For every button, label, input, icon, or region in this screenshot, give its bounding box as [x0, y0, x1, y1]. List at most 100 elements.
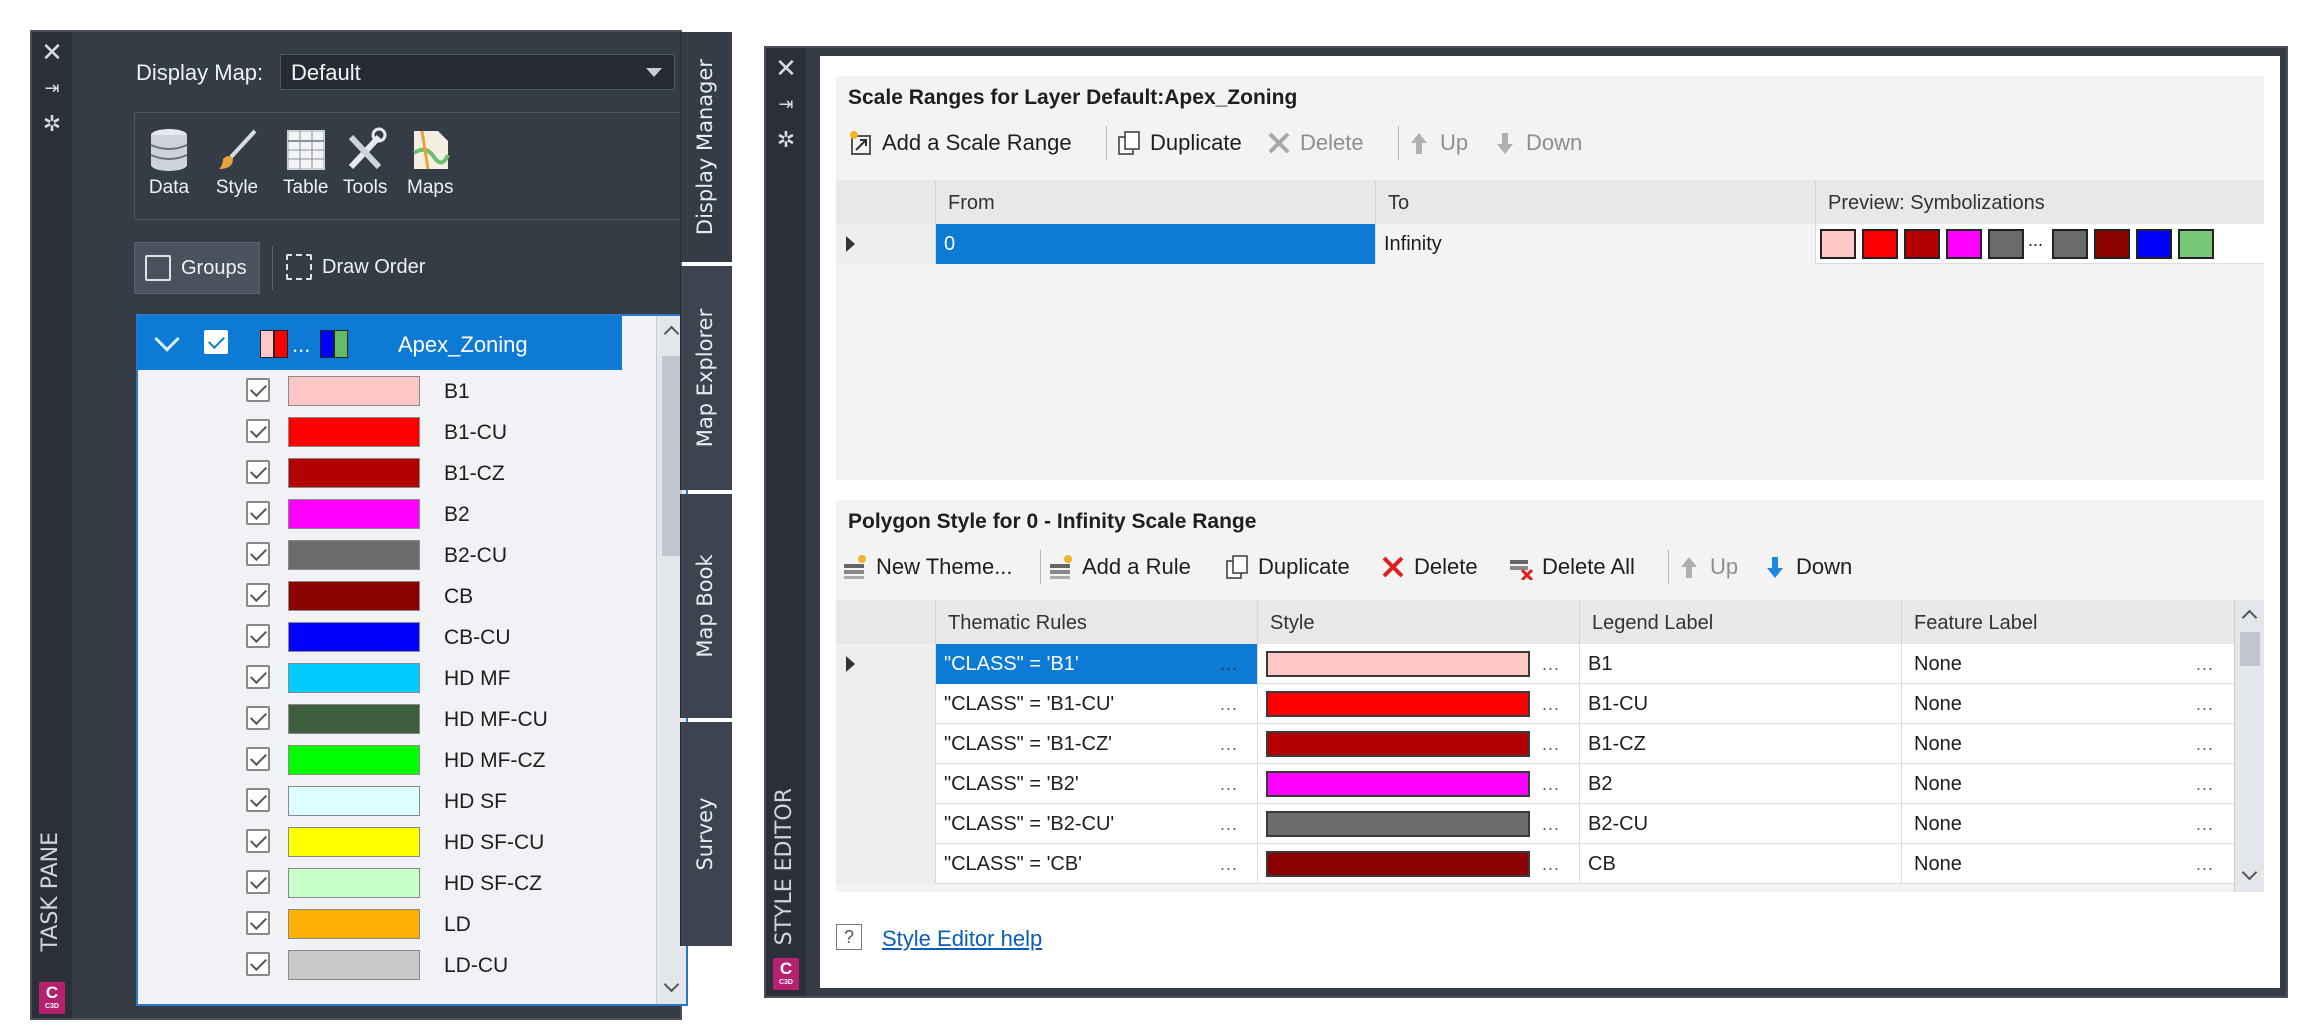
- row-selector[interactable]: [836, 724, 936, 764]
- scroll-down-icon[interactable]: [663, 976, 680, 993]
- style-cell[interactable]: [1258, 644, 1580, 684]
- display-map-select[interactable]: Default: [280, 54, 675, 90]
- layer-rule-row[interactable]: HD MF-CU: [138, 698, 622, 739]
- chevron-down-icon[interactable]: [154, 326, 180, 352]
- layer-visibility-checkbox[interactable]: [204, 330, 228, 354]
- row-selector[interactable]: [836, 224, 936, 264]
- edit-feature-label-button[interactable]: ...: [2196, 814, 2214, 835]
- legend-label-cell[interactable]: B1-CZ: [1580, 724, 1902, 764]
- to-cell[interactable]: Infinity: [1376, 224, 1816, 264]
- edit-feature-label-button[interactable]: ...: [2196, 654, 2214, 675]
- scroll-up-icon[interactable]: [663, 325, 680, 342]
- rule-expression-cell[interactable]: "CLASS" = 'B2': [936, 764, 1258, 804]
- edit-style-button[interactable]: ...: [1542, 734, 1560, 755]
- column-header-thematic-rules[interactable]: Thematic Rules: [936, 600, 1258, 644]
- rule-visibility-checkbox[interactable]: [246, 419, 270, 443]
- feature-label-cell[interactable]: None: [1902, 724, 2234, 764]
- properties-icon[interactable]: ✲: [32, 112, 72, 137]
- tab-survey[interactable]: Survey: [680, 722, 732, 946]
- style-cell[interactable]: [1258, 804, 1580, 844]
- edit-expression-button[interactable]: ...: [1220, 854, 1238, 875]
- legend-label-cell[interactable]: B2: [1580, 764, 1902, 804]
- style-cell[interactable]: [1258, 724, 1580, 764]
- layer-rule-row[interactable]: B2: [138, 493, 622, 534]
- scrollbar-thumb[interactable]: [2240, 632, 2260, 666]
- layer-rule-row[interactable]: CB: [138, 575, 622, 616]
- from-cell[interactable]: 0: [936, 224, 1376, 264]
- style-cell[interactable]: [1258, 764, 1580, 804]
- rules-grid-scrollbar[interactable]: [2234, 600, 2264, 892]
- thematic-rule-row[interactable]: "CLASS" = 'B1-CU'...... B1-CU None...: [836, 684, 2234, 724]
- edit-expression-button[interactable]: ...: [1220, 694, 1238, 715]
- thematic-rule-row[interactable]: "CLASS" = 'B2-CU'...... B2-CU None...: [836, 804, 2234, 844]
- row-selector[interactable]: [836, 684, 936, 724]
- style-button[interactable]: Style: [215, 127, 259, 199]
- column-header-feature-label[interactable]: Feature Label: [1902, 600, 2234, 644]
- rule-visibility-checkbox[interactable]: [246, 501, 270, 525]
- column-header-legend-label[interactable]: Legend Label: [1580, 600, 1902, 644]
- scrollbar-thumb[interactable]: [662, 356, 682, 556]
- feature-label-cell[interactable]: None: [1902, 764, 2234, 804]
- rule-visibility-checkbox[interactable]: [246, 870, 270, 894]
- rule-visibility-checkbox[interactable]: [246, 583, 270, 607]
- style-cell[interactable]: [1258, 844, 1580, 884]
- tab-display-manager[interactable]: Display Manager: [680, 32, 732, 262]
- layer-rule-row[interactable]: HD MF: [138, 657, 622, 698]
- auto-hide-icon[interactable]: ⇥: [766, 94, 806, 115]
- layer-rule-row[interactable]: LD-CU: [138, 944, 622, 985]
- rule-visibility-checkbox[interactable]: [246, 911, 270, 935]
- edit-expression-button[interactable]: ...: [1220, 734, 1238, 755]
- style-editor-help-link[interactable]: Style Editor help: [882, 926, 1042, 952]
- close-icon[interactable]: ✕: [766, 54, 806, 84]
- rule-visibility-checkbox[interactable]: [246, 829, 270, 853]
- edit-feature-label-button[interactable]: ...: [2196, 854, 2214, 875]
- edit-feature-label-button[interactable]: ...: [2196, 734, 2214, 755]
- rule-visibility-checkbox[interactable]: [246, 788, 270, 812]
- table-button[interactable]: Table: [283, 127, 328, 199]
- legend-label-cell[interactable]: CB: [1580, 844, 1902, 884]
- edit-feature-label-button[interactable]: ...: [2196, 694, 2214, 715]
- edit-style-button[interactable]: ...: [1542, 814, 1560, 835]
- layer-rule-row[interactable]: B1-CU: [138, 411, 622, 452]
- layer-rule-row[interactable]: HD MF-CZ: [138, 739, 622, 780]
- layer-rule-row[interactable]: HD SF-CU: [138, 821, 622, 862]
- legend-label-cell[interactable]: B1-CU: [1580, 684, 1902, 724]
- rule-expression-cell[interactable]: "CLASS" = 'B2-CU': [936, 804, 1258, 844]
- edit-style-button[interactable]: ...: [1542, 854, 1560, 875]
- edit-style-button[interactable]: ...: [1542, 694, 1560, 715]
- layer-rule-row[interactable]: B2-CU: [138, 534, 622, 575]
- rule-visibility-checkbox[interactable]: [246, 542, 270, 566]
- tab-map-book[interactable]: Map Book: [680, 494, 732, 718]
- layer-rule-row[interactable]: CB-CU: [138, 616, 622, 657]
- rule-expression-cell[interactable]: "CLASS" = 'B1-CZ': [936, 724, 1258, 764]
- preview-cell[interactable]: ...: [1816, 224, 2264, 264]
- rule-expression-cell[interactable]: "CLASS" = 'B1-CU': [936, 684, 1258, 724]
- row-selector[interactable]: [836, 644, 936, 684]
- column-header-preview[interactable]: Preview: Symbolizations: [1816, 180, 2264, 224]
- row-selector[interactable]: [836, 764, 936, 804]
- groups-button[interactable]: Groups: [134, 242, 260, 294]
- rule-visibility-checkbox[interactable]: [246, 378, 270, 402]
- scale-range-row[interactable]: 0 Infinity ...: [836, 224, 2264, 264]
- edit-feature-label-button[interactable]: ...: [2196, 774, 2214, 795]
- layer-rule-row[interactable]: B1-CZ: [138, 452, 622, 493]
- feature-label-cell[interactable]: None: [1902, 644, 2234, 684]
- layer-rule-row[interactable]: B1: [138, 370, 622, 411]
- rule-visibility-checkbox[interactable]: [246, 747, 270, 771]
- rule-visibility-checkbox[interactable]: [246, 624, 270, 648]
- legend-label-cell[interactable]: B1: [1580, 644, 1902, 684]
- layer-rule-row[interactable]: LD: [138, 903, 622, 944]
- row-selector[interactable]: [836, 844, 936, 884]
- help-icon[interactable]: ?: [836, 924, 862, 950]
- column-header-from[interactable]: From: [936, 180, 1376, 224]
- rule-visibility-checkbox[interactable]: [246, 952, 270, 976]
- data-button[interactable]: Data: [147, 127, 191, 199]
- thematic-rule-row[interactable]: "CLASS" = 'B1'...... B1 None...: [836, 644, 2234, 684]
- draw-order-button[interactable]: Draw Order: [276, 242, 436, 294]
- column-header-style[interactable]: Style: [1258, 600, 1580, 644]
- feature-label-cell[interactable]: None: [1902, 684, 2234, 724]
- properties-icon[interactable]: ✲: [766, 128, 806, 153]
- style-cell[interactable]: [1258, 684, 1580, 724]
- rule-visibility-checkbox[interactable]: [246, 706, 270, 730]
- layer-rule-row[interactable]: HD SF: [138, 780, 622, 821]
